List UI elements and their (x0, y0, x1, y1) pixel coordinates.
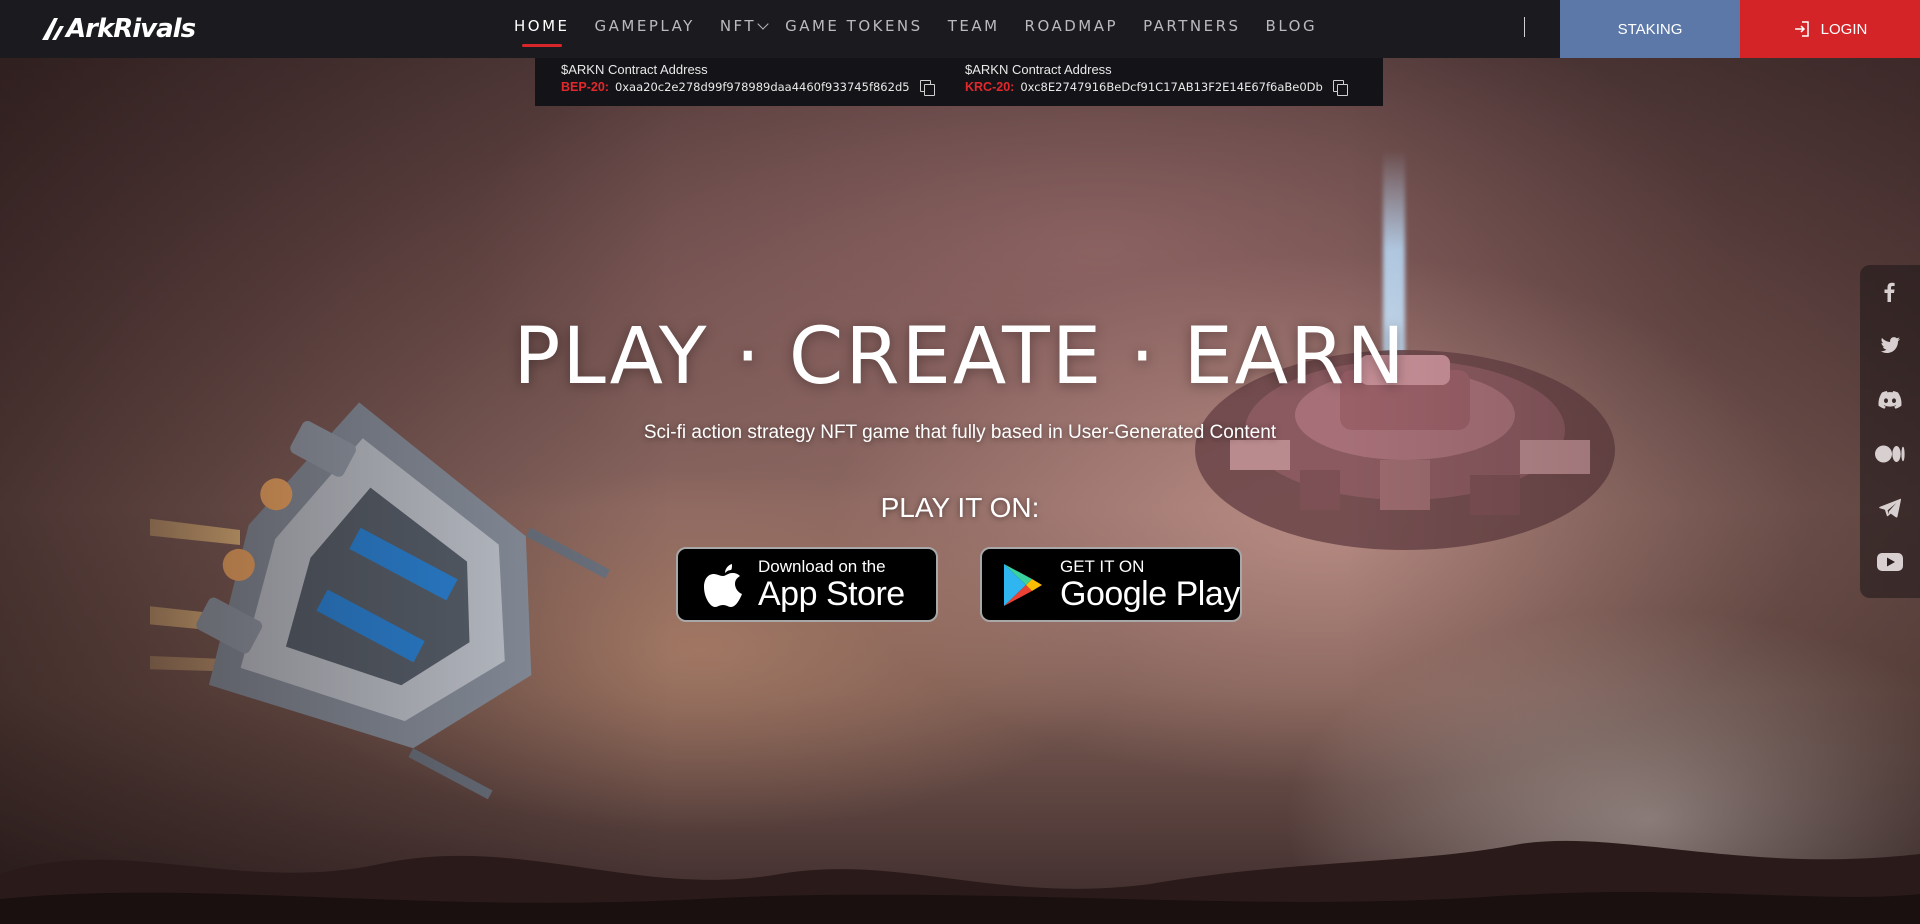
nav-home[interactable]: HOME (514, 17, 570, 47)
login-button[interactable]: LOGIN (1740, 0, 1920, 58)
contract-address: 0xaa20c2e278d99f978989daa4460f933745f862… (614, 80, 910, 94)
nav-gameplay[interactable]: GAMEPLAY (595, 17, 695, 35)
contract-title: $ARKN Contract Address (965, 62, 1112, 77)
hero-headline: PLAY · CREATE · EARN (513, 312, 1407, 402)
google-play-small-text: GET IT ON (1060, 557, 1145, 576)
nav-roadmap[interactable]: ROADMAP (1025, 17, 1119, 35)
top-navbar: ArkRivals HOME GAMEPLAY NFT GAME TOKENS … (0, 0, 1920, 58)
main-nav: HOME GAMEPLAY NFT GAME TOKENS TEAM ROADM… (514, 0, 1342, 52)
facebook-icon (1884, 282, 1895, 302)
copy-icon[interactable] (919, 80, 935, 96)
app-store-big-text: App Store (758, 575, 905, 613)
contract-address-bar: $ARKN Contract Address BEP-20: 0xaa20c2e… (535, 58, 1383, 106)
nav-separator (1524, 17, 1525, 37)
hero-shade (0, 0, 1920, 924)
contract-title: $ARKN Contract Address (561, 62, 708, 77)
discord-link[interactable] (1860, 373, 1920, 427)
facebook-link[interactable] (1860, 265, 1920, 319)
foreground-ridge (0, 840, 1920, 924)
logo-text: ArkRivals (66, 14, 196, 44)
social-sidebar (1860, 265, 1920, 598)
contract-network: KRC-20: (965, 80, 1015, 94)
contract-krc20: $ARKN Contract Address KRC-20: 0xc8E2747… (965, 62, 1348, 96)
copy-icon[interactable] (1332, 80, 1348, 96)
google-play-big-text: Google Play (1060, 575, 1240, 613)
google-play-icon (1004, 563, 1042, 606)
twitter-icon (1880, 337, 1901, 353)
youtube-icon (1877, 553, 1903, 571)
telegram-icon (1879, 498, 1901, 518)
login-icon (1794, 21, 1809, 37)
staking-button[interactable]: STAKING (1560, 0, 1740, 58)
apple-icon (704, 563, 742, 607)
contract-bep20: $ARKN Contract Address BEP-20: 0xaa20c2e… (561, 62, 935, 96)
chevron-down-icon (757, 18, 769, 30)
google-play-button[interactable]: GET IT ON Google Play (980, 547, 1242, 622)
contract-network: BEP-20: (561, 80, 609, 94)
telegram-link[interactable] (1860, 481, 1920, 535)
hero-subline: Sci-fi action strategy NFT game that ful… (643, 422, 1277, 443)
nav-partners[interactable]: PARTNERS (1143, 17, 1240, 35)
discord-icon (1878, 391, 1902, 409)
nav-nft[interactable]: NFT (719, 17, 769, 35)
app-store-button[interactable]: Download on the App Store (676, 547, 938, 622)
nav-game-tokens[interactable]: GAME TOKENS (785, 17, 923, 35)
staking-label: STAKING (1617, 20, 1683, 38)
medium-link[interactable] (1860, 427, 1920, 481)
twitter-link[interactable] (1860, 319, 1920, 373)
logo-mark-icon (42, 18, 64, 40)
contract-address: 0xc8E2747916BeDcf91C17AB13F2E14E67f6aBe0… (1020, 80, 1323, 94)
nav-team[interactable]: TEAM (948, 17, 1000, 35)
login-label: LOGIN (1820, 20, 1868, 38)
play-it-on-label: PLAY IT ON: (880, 492, 1040, 523)
medium-icon (1875, 445, 1905, 463)
app-store-small-text: Download on the (758, 557, 886, 576)
youtube-link[interactable] (1860, 535, 1920, 589)
nav-nft-label: NFT (719, 17, 757, 35)
nav-blog[interactable]: BLOG (1266, 17, 1318, 35)
brand-logo[interactable]: ArkRivals (40, 12, 196, 46)
